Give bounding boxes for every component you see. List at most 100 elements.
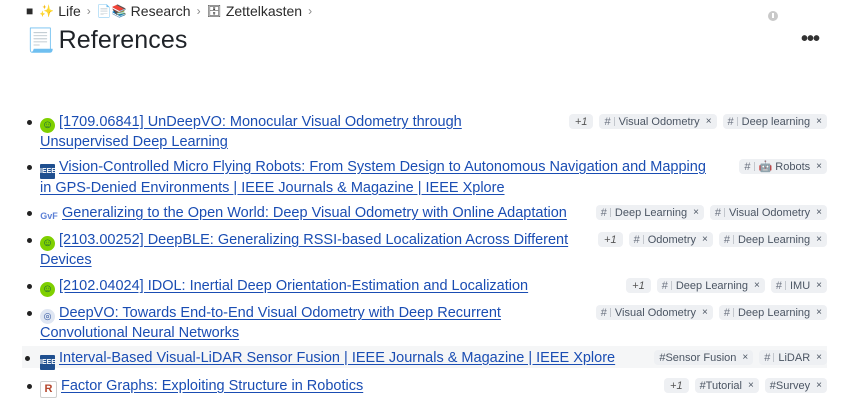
tag-chip[interactable]: # Visual Odometry × [595, 305, 713, 320]
tag-label: Deep learning [741, 115, 811, 128]
bullet [27, 311, 32, 316]
tag-chip[interactable]: # Visual Odometry × [599, 114, 717, 129]
tag-chip[interactable]: # Odometry × [628, 232, 713, 247]
remove-tag-icon[interactable]: × [742, 352, 748, 363]
bullet [27, 238, 32, 243]
reference-link[interactable]: Vision-Controlled Micro Flying Robots: F… [59, 159, 706, 175]
reference-link[interactable]: Unsupervised Deep Learning [40, 134, 228, 150]
reference-text: R Factor Graphs: Exploiting Structure in … [40, 377, 363, 398]
tag-list: +1 # Visual Odometry × # Deep learning × [568, 114, 827, 129]
tag-label: Visual Odometry [614, 306, 697, 319]
hash-icon: # [723, 306, 730, 319]
hash-icon: # [604, 115, 611, 128]
tag-label: IMU [789, 279, 811, 292]
divider [670, 281, 672, 290]
ieee-favicon-icon: IEEE [40, 164, 56, 179]
tag-chip[interactable]: #Sensor Fusion × [654, 350, 754, 365]
list-item: ☺ [1709.06841] UnDeepVO: Monocular Visual… [24, 113, 827, 151]
tag-chip[interactable]: # Deep Learning × [595, 205, 704, 220]
tag-label: #Survey [769, 379, 811, 392]
hash-icon: # [723, 233, 730, 246]
divider [642, 235, 644, 244]
more-tags-badge[interactable]: +1 [626, 278, 651, 293]
remove-tag-icon[interactable]: × [816, 307, 822, 318]
reference-text: GvF Generalizing to the Open World: Deep … [40, 204, 567, 224]
remove-tag-icon[interactable]: × [816, 161, 822, 172]
tag-chip[interactable]: # Deep Learning × [718, 305, 827, 320]
tag-chip[interactable]: # Deep Learning × [718, 232, 827, 247]
remove-tag-icon[interactable]: × [748, 380, 754, 391]
remove-tag-icon[interactable]: × [816, 207, 822, 218]
tag-label: #Tutorial [699, 379, 742, 392]
tag-list: # Visual Odometry × # Deep Learning × [595, 305, 827, 320]
tag-label: Deep Learning [675, 279, 749, 292]
tag-chip[interactable]: #Tutorial × [694, 378, 759, 393]
reference-text: ☺ [2103.00252] DeepBLE: Generalizing RSSI… [40, 231, 568, 269]
hash-icon: # [764, 351, 771, 364]
tag-chip[interactable]: # 🤖 Robots × [739, 159, 827, 174]
tag-label: 🤖 Robots [758, 161, 811, 173]
remove-tag-icon[interactable]: × [816, 234, 822, 245]
reference-link[interactable]: Factor Graphs: Exploiting Structure in R… [61, 378, 363, 394]
reference-link[interactable]: [1709.06841] UnDeepVO: Monocular Visual … [59, 114, 462, 130]
remove-tag-icon[interactable]: × [754, 280, 760, 291]
tag-chip[interactable]: # Deep Learning × [656, 278, 765, 293]
tag-chip[interactable]: # Deep learning × [722, 114, 827, 129]
remove-tag-icon[interactable]: × [816, 352, 822, 363]
remove-tag-icon[interactable]: × [816, 380, 822, 391]
tag-chip[interactable]: # Visual Odometry × [709, 205, 827, 220]
more-tags-badge[interactable]: +1 [664, 378, 689, 393]
reference-link[interactable]: Interval-Based Visual-LiDAR Sensor Fusio… [59, 350, 615, 366]
smile-favicon-icon: ☺ [40, 236, 55, 251]
bullet [27, 120, 32, 125]
remove-tag-icon[interactable]: × [702, 234, 708, 245]
bullet [27, 384, 32, 389]
tag-label: Deep Learning [614, 206, 688, 219]
reference-text: IEEE Vision-Controlled Micro Flying Robot… [40, 158, 706, 197]
hash-icon: # [600, 306, 607, 319]
reference-link[interactable]: DeepVO: Towards End-to-End Visual Odomet… [59, 305, 501, 321]
smile-favicon-icon: ☺ [40, 118, 55, 133]
divider [609, 208, 611, 217]
list-item: IEEE Vision-Controlled Micro Flying Robot… [24, 158, 827, 197]
bullet [27, 211, 32, 216]
reference-text: ☺ [1709.06841] UnDeepVO: Monocular Visual… [40, 113, 462, 151]
remove-tag-icon[interactable]: × [706, 116, 712, 127]
reference-link[interactable]: Devices [40, 252, 92, 268]
more-tags-badge[interactable]: +1 [568, 114, 594, 129]
list-item: GvF Generalizing to the Open World: Deep … [24, 204, 827, 222]
tag-label: Visual Odometry [729, 206, 811, 219]
tag-chip[interactable]: #Survey × [764, 378, 827, 393]
remove-tag-icon[interactable]: × [702, 307, 708, 318]
seal-favicon-icon: ◎ [40, 309, 55, 324]
reference-link[interactable]: in GPS-Denied Environments | IEEE Journa… [40, 180, 505, 196]
tag-chip[interactable]: # LiDAR × [759, 350, 827, 365]
tag-list: # Deep Learning × # Visual Odometry × [595, 205, 827, 220]
tag-label: Deep Learning [737, 306, 811, 319]
gvf-favicon-icon: GvF [40, 211, 58, 221]
tag-list: # 🤖 Robots × [739, 159, 827, 174]
divider [732, 308, 734, 317]
divider [613, 117, 615, 126]
hash-icon: # [600, 206, 607, 219]
hash-icon: # [661, 279, 668, 292]
divider [784, 281, 786, 290]
tag-label: Deep Learning [737, 233, 811, 246]
reference-text: ◎ DeepVO: Towards End-to-End Visual Odome… [40, 304, 501, 342]
reference-link[interactable]: [2103.00252] DeepBLE: Generalizing RSSI-… [59, 232, 568, 248]
smile-favicon-icon: ☺ [40, 282, 55, 297]
reference-link[interactable]: Generalizing to the Open World: Deep Vis… [62, 205, 567, 221]
reference-link[interactable]: [2102.04024] IDOL: Inertial Deep Orienta… [59, 278, 528, 294]
remove-tag-icon[interactable]: × [693, 207, 699, 218]
bullet [27, 284, 32, 289]
remove-tag-icon[interactable]: × [816, 280, 822, 291]
list-item: R Factor Graphs: Exploiting Structure in … [24, 377, 827, 398]
hash-icon: # [744, 160, 751, 173]
divider [732, 235, 734, 244]
more-tags-badge[interactable]: +1 [598, 232, 623, 247]
tag-chip[interactable]: # IMU × [770, 278, 827, 293]
reference-link[interactable]: Convolutional Neural Networks [40, 325, 239, 341]
tag-label: Odometry [647, 233, 697, 246]
tag-list: #Sensor Fusion × # LiDAR × [654, 350, 827, 365]
remove-tag-icon[interactable]: × [816, 116, 822, 127]
